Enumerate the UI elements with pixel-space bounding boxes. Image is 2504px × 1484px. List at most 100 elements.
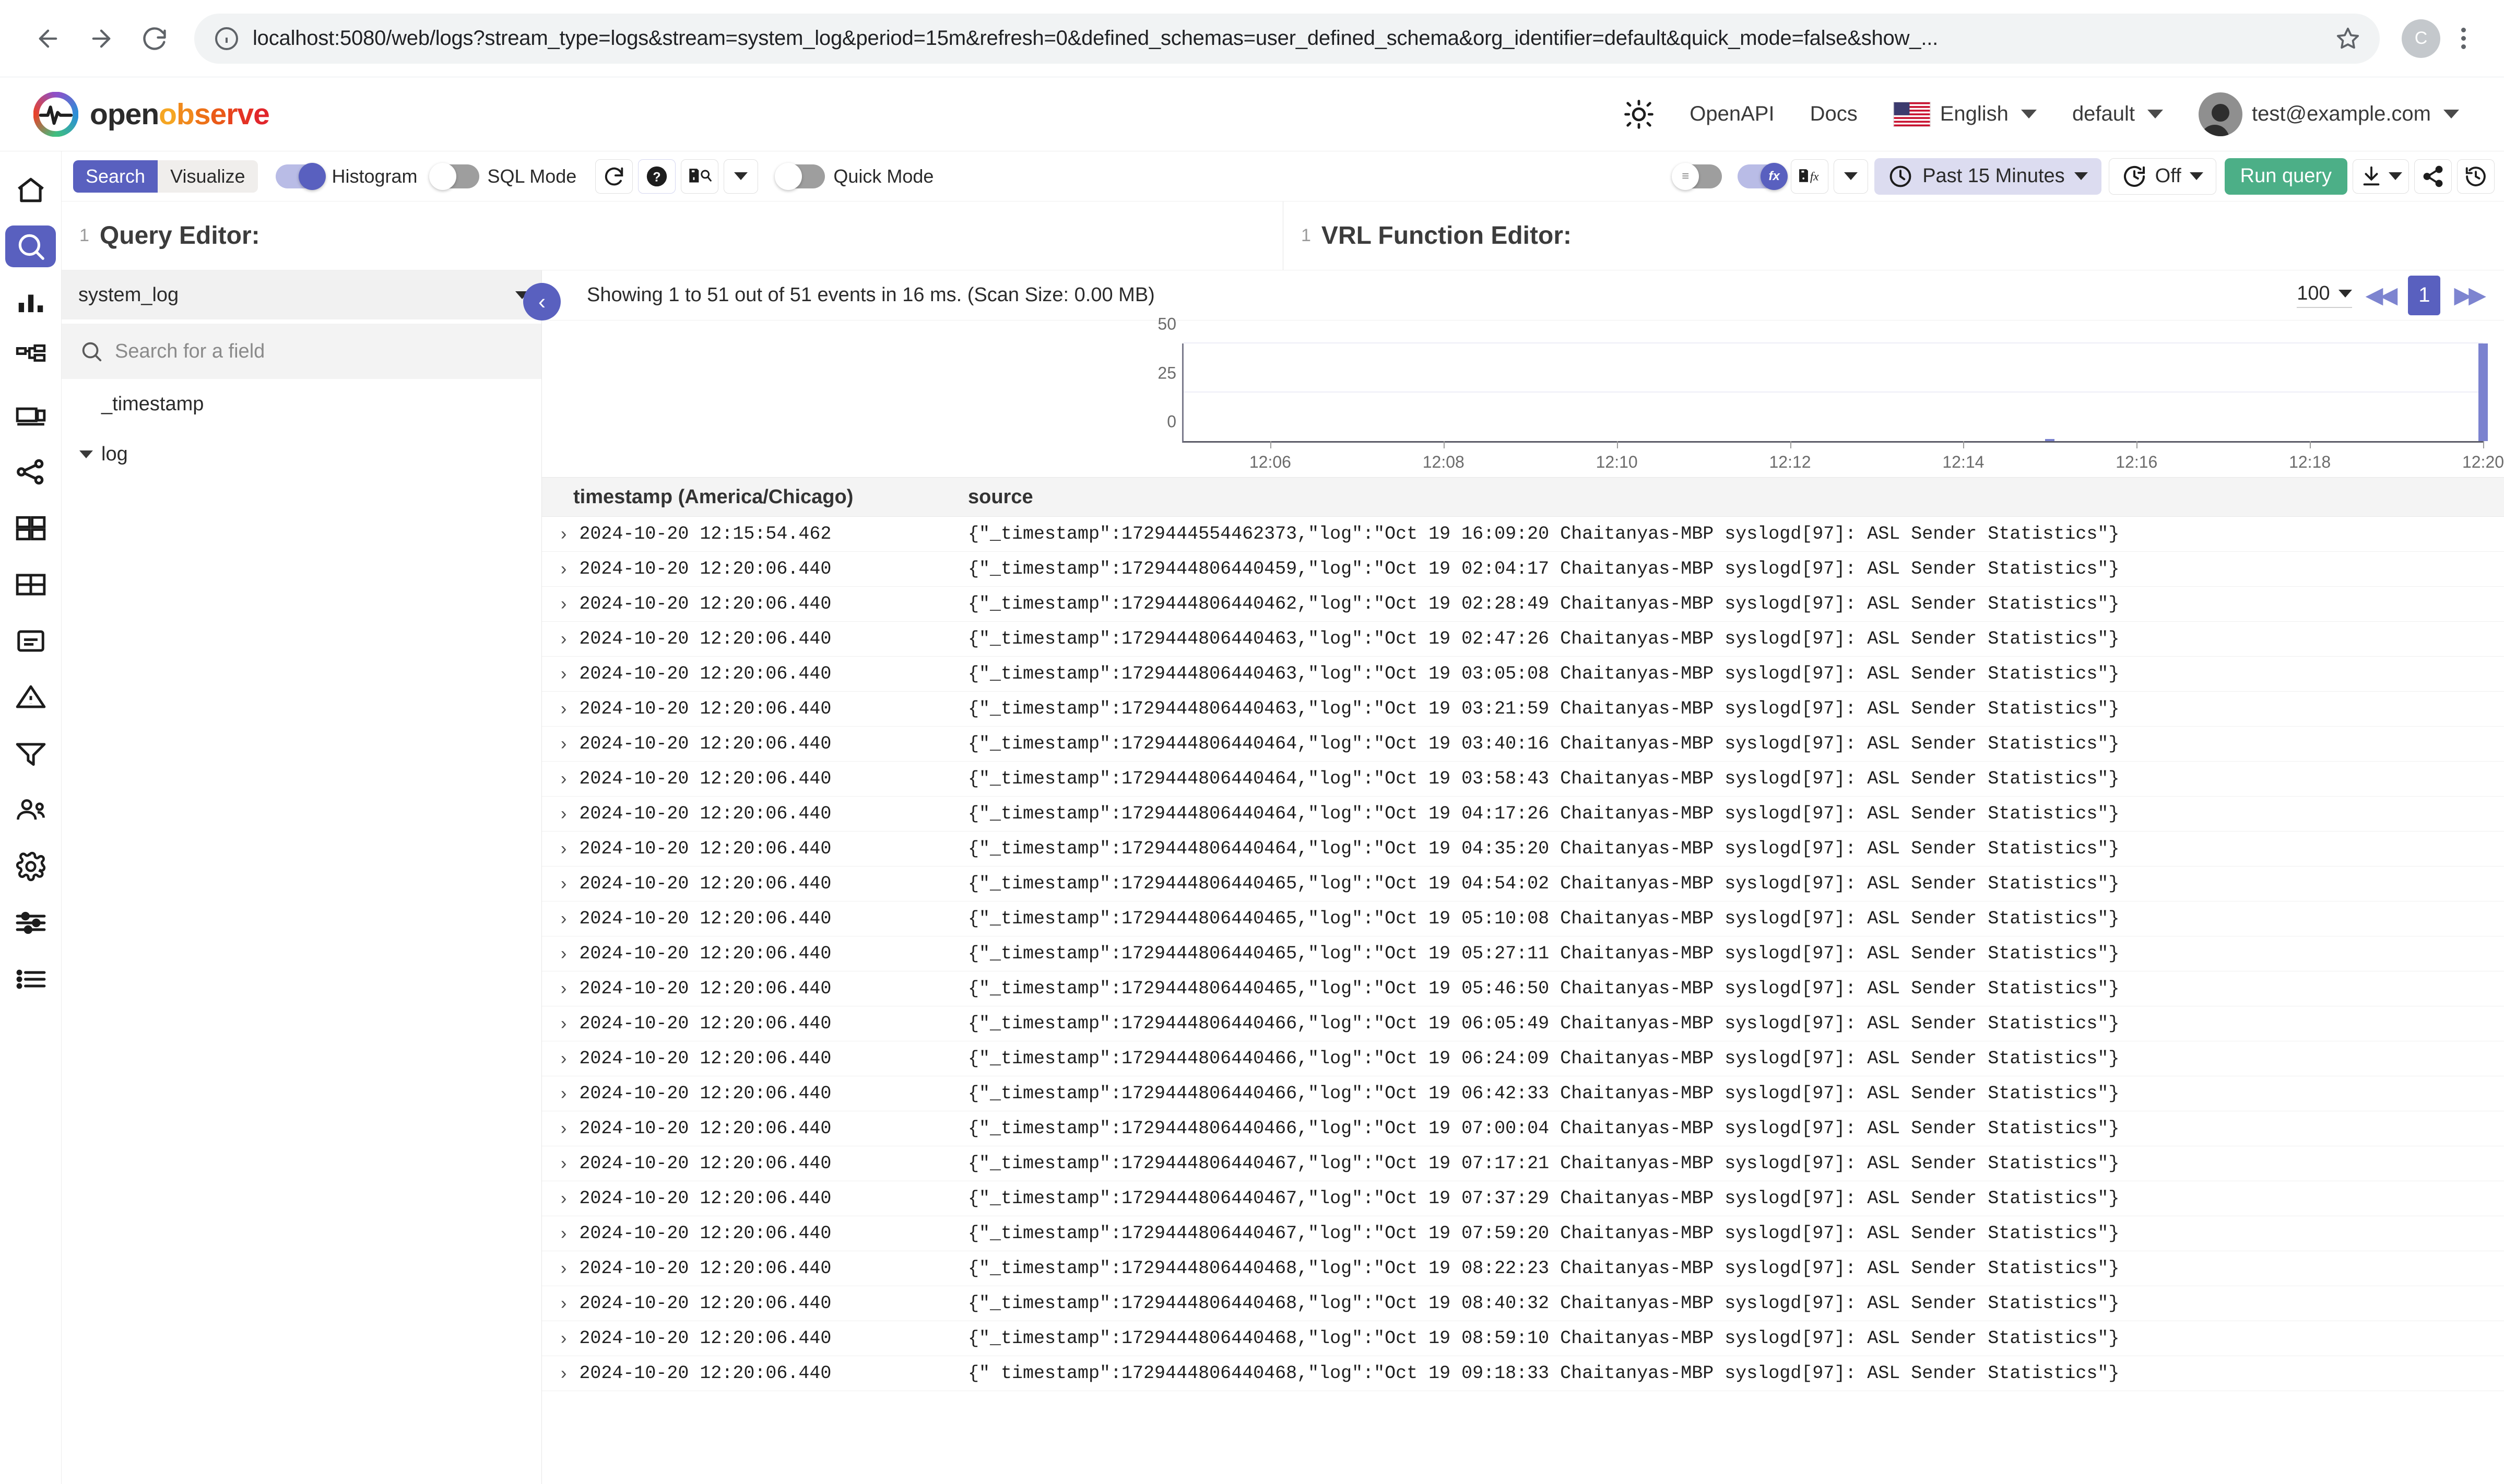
auto-refresh-selector[interactable]: Off (2109, 158, 2216, 195)
save-function-button[interactable]: fx (1791, 159, 1828, 194)
sidebar-item-functions[interactable] (0, 726, 61, 782)
last-page-button[interactable]: ▶▶ (2454, 282, 2483, 308)
forward-button[interactable] (78, 16, 124, 62)
expand-row-icon[interactable]: › (561, 734, 566, 754)
back-button[interactable] (25, 16, 71, 62)
app-logo[interactable]: openobserve (33, 92, 269, 137)
table-row[interactable]: ›2024-10-20 12:20:06.440{"_timestamp":17… (542, 797, 2504, 832)
expand-row-icon[interactable]: › (561, 769, 566, 789)
table-row[interactable]: ›2024-10-20 12:20:06.440{"_timestamp":17… (542, 1076, 2504, 1111)
field-item-timestamp[interactable]: _timestamp (62, 379, 541, 429)
table-row[interactable]: ›2024-10-20 12:20:06.440{"_timestamp":17… (542, 552, 2504, 587)
sidebar-item-reports[interactable] (0, 613, 61, 669)
expand-row-icon[interactable]: › (561, 524, 566, 544)
table-row[interactable]: ›2024-10-20 12:20:06.440{"_timestamp":17… (542, 1041, 2504, 1076)
expand-row-icon[interactable]: › (561, 944, 566, 964)
expand-row-icon[interactable]: › (561, 1189, 566, 1209)
table-row[interactable]: ›2024-10-20 12:20:06.440{" timestamp":17… (542, 1356, 2504, 1391)
expand-row-icon[interactable]: › (561, 594, 566, 614)
expand-row-icon[interactable]: › (561, 979, 566, 999)
expand-row-icon[interactable]: › (561, 1014, 566, 1034)
column-header-timestamp[interactable]: timestamp (America/Chicago) (542, 486, 960, 508)
table-row[interactable]: ›2024-10-20 12:20:06.440{"_timestamp":17… (542, 1251, 2504, 1286)
vrl-editor-pane[interactable]: 1 VRL Function Editor: (1283, 201, 2504, 270)
table-row[interactable]: ›2024-10-20 12:20:06.440{"_timestamp":17… (542, 1321, 2504, 1356)
bookmark-star-icon[interactable] (2336, 27, 2360, 51)
table-row[interactable]: ›2024-10-20 12:20:06.440{"_timestamp":17… (542, 832, 2504, 866)
fx-function-toggle[interactable]: fx (1738, 164, 1786, 188)
saved-views-dropdown-button[interactable] (724, 159, 758, 194)
sidebar-item-logs[interactable] (0, 218, 61, 275)
expand-row-icon[interactable]: › (561, 629, 566, 649)
time-range-picker[interactable]: Past 15 Minutes (1874, 158, 2101, 195)
page-size-selector[interactable]: 100 (2297, 282, 2352, 308)
expand-row-icon[interactable]: › (561, 1293, 566, 1314)
sidebar-item-traces[interactable] (0, 331, 61, 387)
table-row[interactable]: ›2024-10-20 12:20:06.440{"_timestamp":17… (542, 657, 2504, 692)
histogram-toggle[interactable] (276, 164, 324, 188)
sidebar-item-dashboards[interactable] (0, 500, 61, 556)
expand-row-icon[interactable]: › (561, 1224, 566, 1244)
table-row[interactable]: ›2024-10-20 12:20:06.440{"_timestamp":17… (542, 587, 2504, 622)
sidebar-item-pipelines[interactable] (0, 444, 61, 500)
expand-row-icon[interactable]: › (561, 1328, 566, 1349)
sidebar-item-alerts[interactable] (0, 669, 61, 726)
histogram-chart[interactable]: 50 25 0 12:0612:0812:1012:1212:1412:1612… (542, 320, 2504, 477)
expand-row-icon[interactable]: › (561, 1119, 566, 1139)
histogram-bar[interactable] (2478, 343, 2488, 441)
expand-row-icon[interactable]: › (561, 664, 566, 684)
user-menu[interactable]: test@example.com (2181, 89, 2477, 139)
expand-row-icon[interactable]: › (561, 909, 566, 929)
page-number-button[interactable]: 1 (2408, 276, 2440, 315)
expand-row-icon[interactable]: › (561, 1154, 566, 1174)
run-query-button[interactable]: Run query (2225, 158, 2347, 195)
expand-row-icon[interactable]: › (561, 559, 566, 579)
stream-selector[interactable]: system_log (62, 270, 541, 319)
table-row[interactable]: ›2024-10-20 12:20:06.440{"_timestamp":17… (542, 762, 2504, 797)
table-row[interactable]: ›2024-10-20 12:20:06.440{"_timestamp":17… (542, 1181, 2504, 1216)
sidebar-item-rum[interactable] (0, 387, 61, 444)
query-history-button[interactable] (2457, 159, 2495, 194)
docs-link[interactable]: Docs (1792, 89, 1875, 139)
sidebar-item-management[interactable] (0, 895, 61, 951)
sidebar-item-streams[interactable] (0, 556, 61, 613)
table-row[interactable]: ›2024-10-20 12:20:06.440{"_timestamp":17… (542, 1111, 2504, 1146)
histogram-bar[interactable] (2045, 439, 2054, 441)
expand-row-icon[interactable]: › (561, 1049, 566, 1069)
collapse-sidebar-button[interactable]: ‹ (523, 283, 561, 320)
table-row[interactable]: ›2024-10-20 12:20:06.440{"_timestamp":17… (542, 1146, 2504, 1181)
reload-button[interactable] (132, 16, 178, 62)
expand-row-icon[interactable]: › (561, 699, 566, 719)
first-page-button[interactable]: ◀◀ (2366, 282, 2395, 308)
language-selector[interactable]: English (1875, 89, 2054, 139)
table-row[interactable]: ›2024-10-20 12:20:06.440{"_timestamp":17… (542, 1006, 2504, 1041)
vrl-editor-toggle[interactable]: ≡ (1674, 164, 1722, 188)
column-header-source[interactable]: source (960, 486, 2504, 508)
field-item-log[interactable]: log (62, 429, 541, 479)
expand-row-icon[interactable]: › (561, 1259, 566, 1279)
reset-filters-button[interactable] (595, 159, 633, 194)
table-row[interactable]: ›2024-10-20 12:20:06.440{"_timestamp":17… (542, 971, 2504, 1006)
tab-search[interactable]: Search (73, 160, 158, 193)
address-bar[interactable]: localhost:5080/web/logs?stream_type=logs… (194, 14, 2380, 64)
expand-row-icon[interactable]: › (561, 874, 566, 894)
share-link-button[interactable] (2414, 159, 2452, 194)
table-row[interactable]: ›2024-10-20 12:20:06.440{"_timestamp":17… (542, 901, 2504, 936)
table-row[interactable]: ›2024-10-20 12:20:06.440{"_timestamp":17… (542, 727, 2504, 762)
saved-views-button[interactable] (681, 159, 718, 194)
sidebar-item-users[interactable] (0, 782, 61, 838)
table-row[interactable]: ›2024-10-20 12:20:06.440{"_timestamp":17… (542, 866, 2504, 901)
table-row[interactable]: ›2024-10-20 12:15:54.462{"_timestamp":17… (542, 517, 2504, 552)
tab-visualize[interactable]: Visualize (158, 160, 257, 193)
sql-mode-toggle[interactable] (431, 164, 479, 188)
save-function-dropdown-button[interactable] (1834, 159, 1868, 194)
help-button[interactable]: ? (638, 159, 676, 194)
field-search-input[interactable]: Search for a field (62, 324, 541, 379)
expand-row-icon[interactable]: › (561, 1363, 566, 1384)
sidebar-item-settings[interactable] (0, 838, 61, 895)
table-row[interactable]: ›2024-10-20 12:20:06.440{"_timestamp":17… (542, 936, 2504, 971)
download-results-button[interactable] (2353, 159, 2409, 194)
chevron-down-icon[interactable] (79, 450, 93, 458)
organization-selector[interactable]: default (2054, 89, 2181, 139)
query-editor-pane[interactable]: 1 Query Editor: (62, 201, 1283, 270)
